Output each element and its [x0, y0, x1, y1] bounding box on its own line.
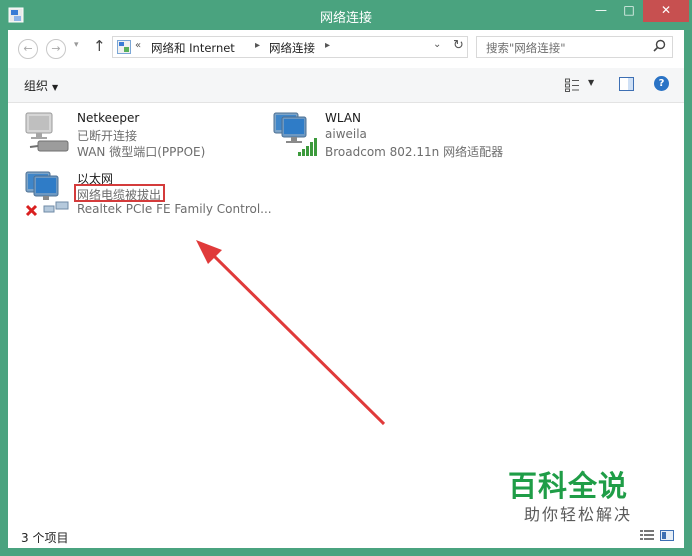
address-bar-row: ← → ▾ ↑ « 网络和 Internet ▸ 网络连接 ▸ ⌄ ↻ 搜索"网… — [8, 30, 684, 69]
address-field[interactable]: « 网络和 Internet ▸ 网络连接 ▸ ⌄ ↻ — [112, 36, 468, 58]
breadcrumb-chevron-icon[interactable]: ▸ — [255, 40, 260, 51]
maximize-button[interactable]: □ — [616, 0, 642, 22]
connection-item-wlan[interactable]: WLAN aiweila Broadcom 802.11n 网络适配器 — [272, 111, 512, 163]
refresh-icon[interactable]: ↻ — [453, 38, 464, 53]
status-bar: 3 个项目 — [8, 523, 684, 548]
connection-device: Realtek PCIe FE Family Control... — [77, 202, 272, 216]
breadcrumb-chevron-icon[interactable]: ▸ — [325, 40, 330, 51]
ethernet-unplugged-icon — [25, 171, 69, 217]
breadcrumb-network-connections[interactable]: 网络连接 — [269, 40, 315, 56]
connection-device: WAN 微型端口(PPPOE) — [77, 145, 206, 159]
connection-name: Netkeeper — [77, 111, 140, 125]
details-view-icon[interactable] — [640, 530, 654, 541]
search-placeholder: 搜索"网络连接" — [486, 41, 566, 55]
breadcrumb-network-internet[interactable]: 网络和 Internet — [151, 40, 235, 56]
up-arrow-icon[interactable]: ↑ — [93, 37, 106, 55]
change-view-icon[interactable] — [565, 78, 579, 92]
search-icon[interactable] — [653, 39, 666, 52]
connection-status: aiweila — [325, 127, 367, 141]
preview-pane-icon[interactable] — [619, 77, 634, 91]
address-history-chevron-icon[interactable]: ⌄ — [433, 39, 441, 50]
connection-status: 已断开连接 — [77, 129, 138, 143]
tiles-view-icon[interactable] — [660, 530, 674, 541]
connection-device: Broadcom 802.11n 网络适配器 — [325, 145, 504, 159]
connection-name: WLAN — [325, 111, 362, 125]
command-bar: 组织 ▼ ▼ ? — [8, 68, 684, 103]
breadcrumb-overflow[interactable]: « — [135, 40, 141, 51]
disconnected-network-icon — [25, 112, 69, 152]
connection-item-netkeeper[interactable]: Netkeeper 已断开连接 WAN 微型端口(PPPOE) — [24, 111, 234, 163]
help-icon[interactable]: ? — [654, 76, 669, 91]
forward-arrow-icon[interactable]: → — [46, 39, 66, 59]
organize-label: 组织 — [24, 79, 49, 93]
watermark-subtitle: 助你轻松解决 — [524, 505, 633, 524]
organize-menu[interactable]: 组织 ▼ — [24, 77, 58, 94]
wireless-network-icon — [273, 112, 317, 156]
annotation-highlight-box — [74, 184, 165, 202]
watermark-title: 百科全说 — [508, 469, 629, 503]
recent-locations-chevron-icon[interactable]: ▾ — [74, 40, 79, 50]
close-button[interactable]: ✕ — [643, 0, 689, 22]
explorer-window: 网络连接 — □ ✕ ← → ▾ ↑ « 网络和 Internet ▸ 网络连接… — [0, 0, 692, 556]
item-count: 3 个项目 — [21, 531, 69, 545]
organize-caret-icon: ▼ — [52, 83, 59, 92]
view-options-caret-icon[interactable]: ▼ — [588, 78, 594, 87]
search-input[interactable]: 搜索"网络连接" — [476, 36, 673, 58]
control-panel-icon — [117, 40, 131, 54]
title-bar[interactable]: 网络连接 — □ ✕ — [0, 0, 692, 30]
connections-list: Netkeeper 已断开连接 WAN 微型端口(PPPOE) WLAN aiw… — [8, 103, 684, 523]
back-arrow-icon[interactable]: ← — [18, 39, 38, 59]
minimize-button[interactable]: — — [588, 0, 614, 22]
